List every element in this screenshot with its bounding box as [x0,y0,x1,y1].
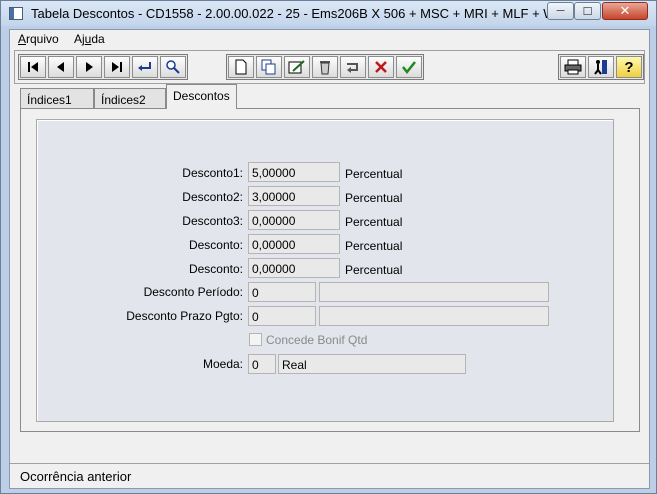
desconto5-label: Desconto: [188,262,243,276]
menu-ajuda-prefix: Aj [74,32,85,46]
menu-bar: Arquivo Ajuda [10,30,649,49]
desconto1-field[interactable]: 5,00000 [248,162,340,182]
print-icon [564,59,582,75]
previous-record-button[interactable] [48,56,74,78]
concede-bonif-checkbox[interactable] [249,333,262,346]
help-button[interactable]: ? [616,56,642,78]
app-toolbar-group: ? [558,54,644,80]
moeda-field[interactable]: 0 [248,354,276,374]
desconto3-unit: Percentual [345,215,403,229]
menu-ajuda-rest: da [91,32,105,46]
search-icon [166,60,180,74]
menu-ajuda[interactable]: Ajuda [74,32,105,46]
desconto4-unit: Percentual [345,239,403,253]
copy-button[interactable] [256,56,282,78]
copy-icon [261,59,276,75]
tab-indices1[interactable]: Índices1 [20,88,94,108]
status-bar: Ocorrência anterior [10,463,649,488]
exit-button[interactable] [588,56,614,78]
navigation-toolbar-group [18,54,188,80]
goto-icon [138,62,151,71]
window-app-icon [9,7,23,20]
cancel-icon [375,61,387,73]
moeda-label: Moeda: [202,357,243,371]
desconto1-label: Desconto1: [182,166,243,180]
tab-descontos[interactable]: Descontos [166,84,237,109]
application-window: Tabela Descontos - CD1558 - 2.00.00.022 … [0,0,657,494]
window-title: Tabela Descontos - CD1558 - 2.00.00.022 … [31,6,576,21]
desconto-periodo-field[interactable]: 0 [248,282,316,302]
first-record-button[interactable] [20,56,46,78]
print-button[interactable] [560,56,586,78]
menu-arquivo-accel: A [18,32,27,46]
edit-icon [288,60,305,74]
descontos-frame: Desconto1: 5,00000 Percentual Desconto2:… [36,119,614,422]
concede-bonif-label: Concede Bonif Qtd [266,333,368,347]
save-icon [402,61,416,74]
moeda-desc: Real [278,354,466,374]
delete-icon [320,61,330,75]
new-icon [235,59,247,75]
cancel-button[interactable] [368,56,394,78]
desconto3-field[interactable]: 0,00000 [248,210,340,230]
desconto2-field[interactable]: 3,00000 [248,186,340,206]
next-record-button[interactable] [76,56,102,78]
search-button[interactable] [160,56,186,78]
client-area: Arquivo Ajuda ? Índices1 Índices2 Descon… [9,29,650,489]
title-bar[interactable]: Tabela Descontos - CD1558 - 2.00.00.022 … [1,1,656,26]
desconto1-unit: Percentual [345,167,403,181]
next-record-icon [86,62,93,72]
menu-arquivo[interactable]: Arquivo [18,32,59,46]
undo-button[interactable] [340,56,366,78]
edit-button[interactable] [284,56,310,78]
edit-toolbar-group [226,54,424,80]
desconto-prazo-desc [319,306,549,326]
desconto4-field[interactable]: 0,00000 [248,234,340,254]
help-icon: ? [624,58,634,76]
new-button[interactable] [228,56,254,78]
desconto2-label: Desconto2: [182,190,243,204]
tab-panel-descontos: Desconto1: 5,00000 Percentual Desconto2:… [20,108,640,432]
save-button[interactable] [396,56,422,78]
tab-indices2[interactable]: Índices2 [94,88,166,108]
delete-button[interactable] [312,56,338,78]
desconto2-unit: Percentual [345,191,403,205]
previous-record-icon [57,62,64,72]
desconto-prazo-field[interactable]: 0 [248,306,316,326]
minimize-button[interactable]: ─ [547,2,574,20]
goto-button[interactable] [132,56,158,78]
desconto-periodo-desc [319,282,549,302]
desconto-periodo-label: Desconto Período: [143,285,243,299]
desconto5-field[interactable]: 0,00000 [248,258,340,278]
desconto5-unit: Percentual [345,263,403,277]
exit-icon [594,60,607,75]
undo-icon [347,63,358,73]
desconto3-label: Desconto3: [182,214,243,228]
desconto4-label: Desconto: [188,238,243,252]
last-record-button[interactable] [104,56,130,78]
last-record-icon [112,62,122,72]
toolbar: ? [14,50,645,84]
maximize-button[interactable]: ☐ [574,2,601,20]
first-record-icon [28,62,38,72]
close-button[interactable]: ✕ [602,2,648,20]
desconto-prazo-label: Desconto Prazo Pgto: [126,309,243,323]
menu-arquivo-rest: rquivo [26,32,59,46]
